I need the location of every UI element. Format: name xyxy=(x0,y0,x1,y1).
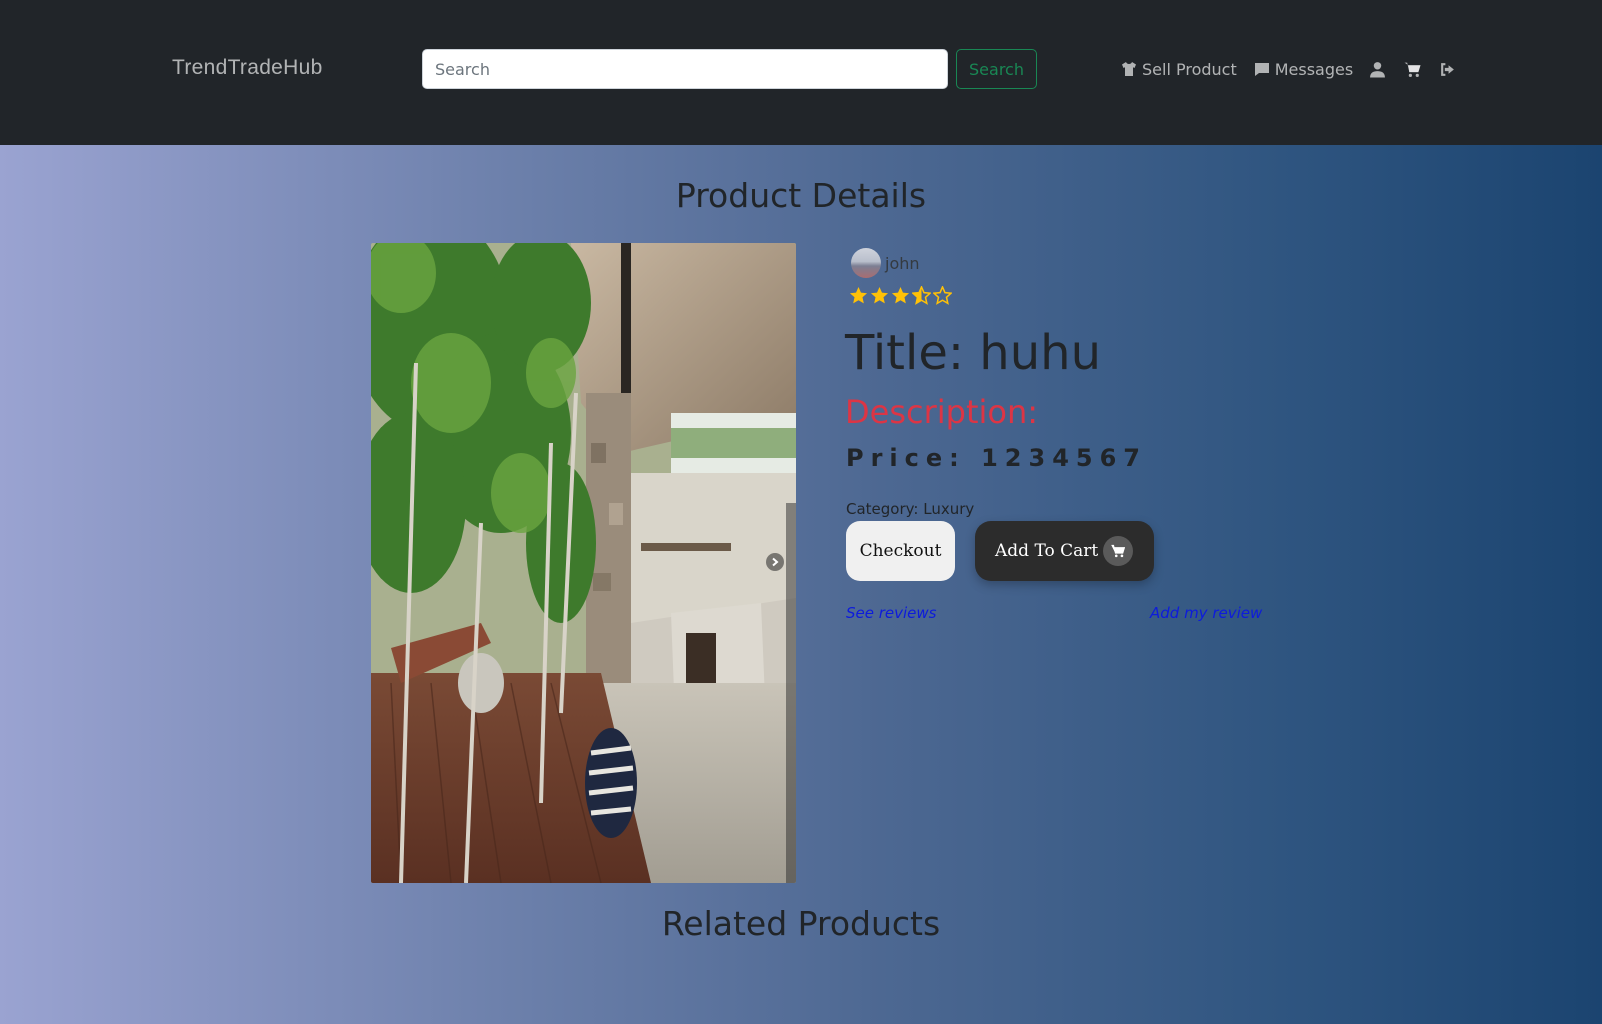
add-to-cart-label: Add To Cart xyxy=(995,541,1099,561)
navbar: TrendTradeHub Search Sell Product Messag… xyxy=(0,0,1602,145)
add-review-link[interactable]: Add my review xyxy=(1150,604,1262,622)
user-icon[interactable] xyxy=(1369,61,1386,78)
checkout-button[interactable]: Checkout xyxy=(846,521,955,581)
carousel-next-button[interactable] xyxy=(766,553,784,571)
shirt-icon xyxy=(1120,60,1138,78)
message-icon xyxy=(1253,60,1271,78)
nav-links: Sell Product Messages xyxy=(1120,58,1474,80)
rating-stars xyxy=(849,286,952,305)
seller-name: john xyxy=(885,253,920,273)
product-category: Category: Luxury xyxy=(846,500,975,518)
add-to-cart-button[interactable]: Add To Cart xyxy=(975,521,1154,581)
page-title: Product Details xyxy=(675,176,927,215)
product-image-carousel[interactable] xyxy=(371,243,796,883)
avatar xyxy=(851,248,881,278)
star-empty-icon xyxy=(933,286,952,305)
see-reviews-link[interactable]: See reviews xyxy=(846,604,937,622)
sell-product-label: Sell Product xyxy=(1142,59,1237,79)
chevron-right-icon xyxy=(772,557,779,567)
seller-info[interactable]: john xyxy=(851,248,920,278)
search-input[interactable] xyxy=(422,49,948,89)
product-price: Price: 1234567 xyxy=(846,444,1148,472)
product-title: Title: huhu xyxy=(845,325,1101,381)
messages-label: Messages xyxy=(1274,59,1354,79)
product-photo xyxy=(371,243,796,883)
cart-icon xyxy=(1103,536,1133,566)
star-full-icon xyxy=(849,286,868,304)
cart-icon[interactable] xyxy=(1404,61,1421,78)
sell-product-link[interactable]: Sell Product xyxy=(1120,60,1237,79)
brand-logo-text[interactable]: TrendTradeHub xyxy=(172,56,323,80)
star-half-icon xyxy=(912,286,931,305)
search-button[interactable]: Search xyxy=(956,49,1037,89)
star-full-icon xyxy=(870,286,889,304)
star-full-icon xyxy=(891,286,910,304)
related-products-title: Related Products xyxy=(661,904,941,943)
messages-link[interactable]: Messages xyxy=(1253,60,1353,79)
logout-icon[interactable] xyxy=(1439,61,1456,78)
description-label: Description: xyxy=(845,393,1039,431)
